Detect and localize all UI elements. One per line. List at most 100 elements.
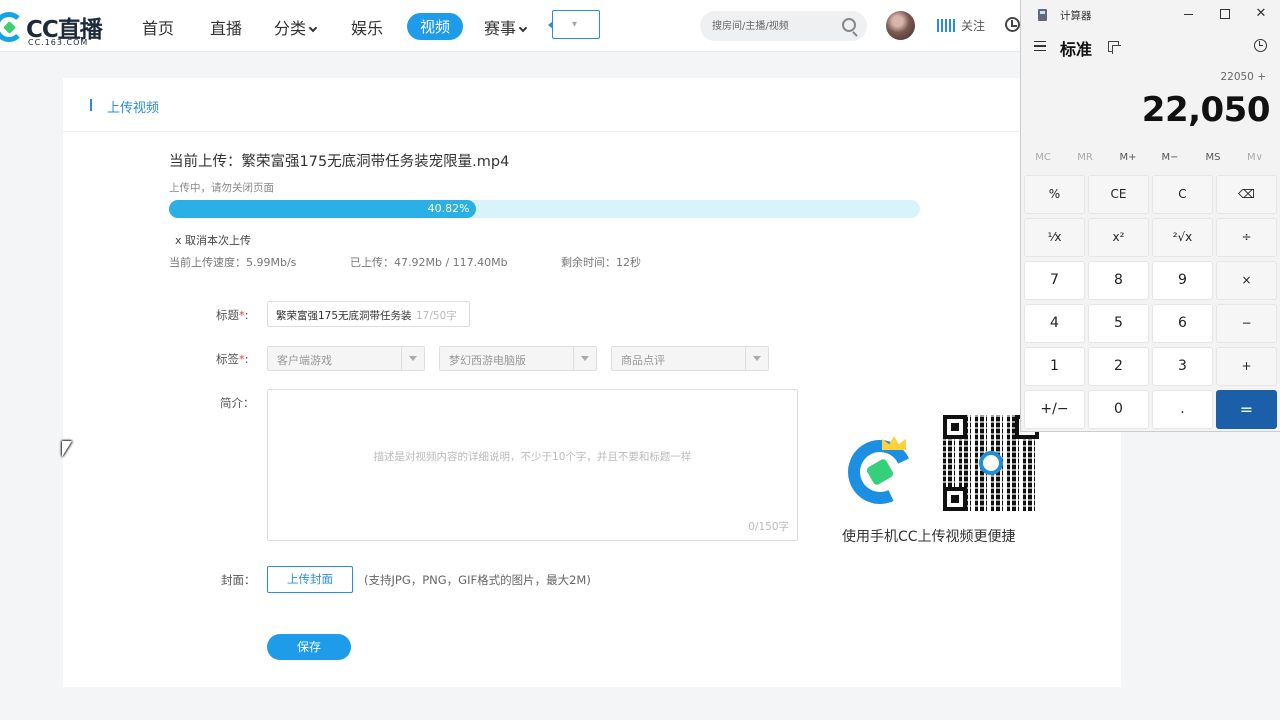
tag-select-1[interactable]: 客户端游戏 xyxy=(267,346,425,371)
remaining-time: 剩余时间：12秒 xyxy=(561,256,641,269)
chevron-down-icon: ▾ xyxy=(572,19,578,30)
key-2[interactable]: 2 xyxy=(1088,347,1149,386)
title-label: 标题*: xyxy=(216,308,249,322)
calculator-app-icon xyxy=(1038,9,1047,21)
cover-label: 封面： xyxy=(221,573,256,587)
title-input-value: 繁荣富强175无底洞带任务装 xyxy=(276,310,412,322)
title-label-text: 标题 xyxy=(216,308,239,322)
key-square-root[interactable]: ²√x xyxy=(1152,218,1213,257)
qr-finder xyxy=(943,487,967,511)
tag-select-3[interactable]: 商品点评 xyxy=(611,346,769,371)
key-decimal[interactable]: . xyxy=(1152,390,1213,429)
nav-video[interactable]: 视频 xyxy=(407,13,464,40)
intro-label: 简介： xyxy=(220,396,255,410)
tag-select-3-value: 商品点评 xyxy=(621,354,665,367)
key-multiply[interactable]: × xyxy=(1216,261,1277,300)
search-icon[interactable] xyxy=(842,18,856,32)
nav-entertainment[interactable]: 娱乐 xyxy=(351,15,383,39)
follow-icon xyxy=(937,19,957,32)
upload-cover-button[interactable]: 上传封面 xyxy=(267,566,353,593)
upload-progress-text: 40.82% xyxy=(427,202,470,215)
key-4[interactable]: 4 xyxy=(1024,304,1085,343)
nav-live[interactable]: 直播 xyxy=(210,15,242,39)
key-0[interactable]: 0 xyxy=(1088,390,1149,429)
upload-progress-bar: 40.82% xyxy=(169,200,920,218)
title-input[interactable]: 繁荣富强175无底洞带任务装 17/50字 xyxy=(267,301,470,327)
intro-textarea[interactable]: 描述是对视频内容的详细说明，不少于10个字，并且不要和标题一样 0/150字 xyxy=(267,389,798,541)
cc-logo[interactable]: CC直播 CC.163.COM xyxy=(0,4,110,48)
key-1[interactable]: 1 xyxy=(1024,347,1085,386)
search-input[interactable] xyxy=(712,18,832,34)
nav-home[interactable]: 首页 xyxy=(142,15,174,39)
history-icon[interactable] xyxy=(1254,39,1267,52)
panel-title: 上传视频 xyxy=(107,101,160,116)
logo-subtext: CC.163.COM xyxy=(28,38,89,47)
nav-esports[interactable]: 赛事 xyxy=(484,15,528,39)
chevron-down-icon xyxy=(308,23,318,33)
save-button[interactable]: 保存 xyxy=(267,634,351,660)
chevron-down-icon xyxy=(573,347,596,370)
key-divide[interactable]: ÷ xyxy=(1216,218,1277,257)
follow-button[interactable]: 关注 xyxy=(937,17,985,34)
cc-app-logo-icon xyxy=(838,430,922,514)
key-negate[interactable]: +/− xyxy=(1024,390,1085,429)
user-avatar[interactable] xyxy=(886,11,915,40)
minimize-button[interactable] xyxy=(1181,6,1197,22)
key-7[interactable]: 7 xyxy=(1024,261,1085,300)
cancel-upload-link[interactable]: x 取消本次上传 xyxy=(175,232,251,248)
required-mark: * xyxy=(239,308,245,322)
backspace-icon[interactable]: ⌫ xyxy=(1216,175,1277,214)
key-clear-entry[interactable]: CE xyxy=(1088,175,1149,214)
nav-category-label: 分类 xyxy=(274,19,307,38)
close-button[interactable]: ✕ xyxy=(1253,6,1269,22)
key-reciprocal[interactable]: ¹⁄x xyxy=(1024,218,1085,257)
nav-popup-box[interactable]: ▾ xyxy=(548,10,600,39)
chevron-down-icon xyxy=(401,347,424,370)
upload-speed: 当前上传速度：5.99Mb/s xyxy=(169,256,297,269)
nav-category[interactable]: 分类 xyxy=(274,15,318,39)
title-char-count: 17/50字 xyxy=(416,310,457,322)
memory-subtract-button[interactable]: M− xyxy=(1149,152,1191,163)
uploading-hint: 上传中，请勿关闭页面 xyxy=(169,182,274,194)
memory-add-button[interactable]: M+ xyxy=(1107,152,1149,163)
chevron-down-icon xyxy=(518,23,528,33)
title-accent-bar xyxy=(90,99,92,111)
key-percent[interactable]: % xyxy=(1024,175,1085,214)
tag-select-2[interactable]: 梦幻西游电脑版 xyxy=(439,346,597,371)
memory-recall-button[interactable]: MR xyxy=(1064,152,1106,163)
calculator-expression: 22050 + xyxy=(1220,71,1266,83)
memory-store-button[interactable]: MS xyxy=(1192,152,1234,163)
key-square[interactable]: x² xyxy=(1088,218,1149,257)
key-5[interactable]: 5 xyxy=(1088,304,1149,343)
memory-row: MC MR M+ M− MS M∨ xyxy=(1021,152,1280,168)
tag-select-2-value: 梦幻西游电脑版 xyxy=(449,354,526,367)
cover-format-hint: (支持JPG，PNG，GIF格式的图片，最大2M) xyxy=(364,573,591,587)
maximize-button[interactable] xyxy=(1217,6,1233,22)
key-3[interactable]: 3 xyxy=(1152,347,1213,386)
memory-list-button[interactable]: M∨ xyxy=(1234,152,1276,163)
search-bar xyxy=(700,11,867,41)
key-9[interactable]: 9 xyxy=(1152,261,1213,300)
tag-select-1-value: 客户端游戏 xyxy=(277,354,332,367)
key-minus[interactable]: − xyxy=(1216,304,1277,343)
key-clear[interactable]: C xyxy=(1152,175,1213,214)
follow-label: 关注 xyxy=(961,19,986,33)
upload-progress-fill: 40.82% xyxy=(169,200,476,218)
uploaded-size: 已上传：47.92Mb / 117.40Mb xyxy=(350,256,508,269)
required-mark: * xyxy=(239,352,245,366)
mobile-upload-hint: 使用手机CC上传视频更便捷 xyxy=(842,529,1016,545)
memory-clear-button[interactable]: MC xyxy=(1022,152,1064,163)
upload-video-panel: 上传视频 当前上传：繁荣富强175无底洞带任务装宠限量.mp4 上传中，请勿关闭… xyxy=(63,78,1121,687)
keep-on-top-icon[interactable] xyxy=(1108,41,1121,54)
key-8[interactable]: 8 xyxy=(1088,261,1149,300)
calculator-titlebar[interactable]: 计算器 ✕ xyxy=(1021,0,1280,30)
key-equals[interactable]: = xyxy=(1216,390,1277,429)
calculator-window-title: 计算器 xyxy=(1060,10,1092,22)
intro-char-count: 0/150字 xyxy=(748,521,789,533)
key-6[interactable]: 6 xyxy=(1152,304,1213,343)
crown-icon xyxy=(882,436,906,450)
key-plus[interactable]: + xyxy=(1216,347,1277,386)
hamburger-menu-icon[interactable] xyxy=(1034,41,1046,51)
history-clock-icon[interactable] xyxy=(1005,17,1020,32)
calculator-mode: 标准 xyxy=(1060,40,1093,59)
